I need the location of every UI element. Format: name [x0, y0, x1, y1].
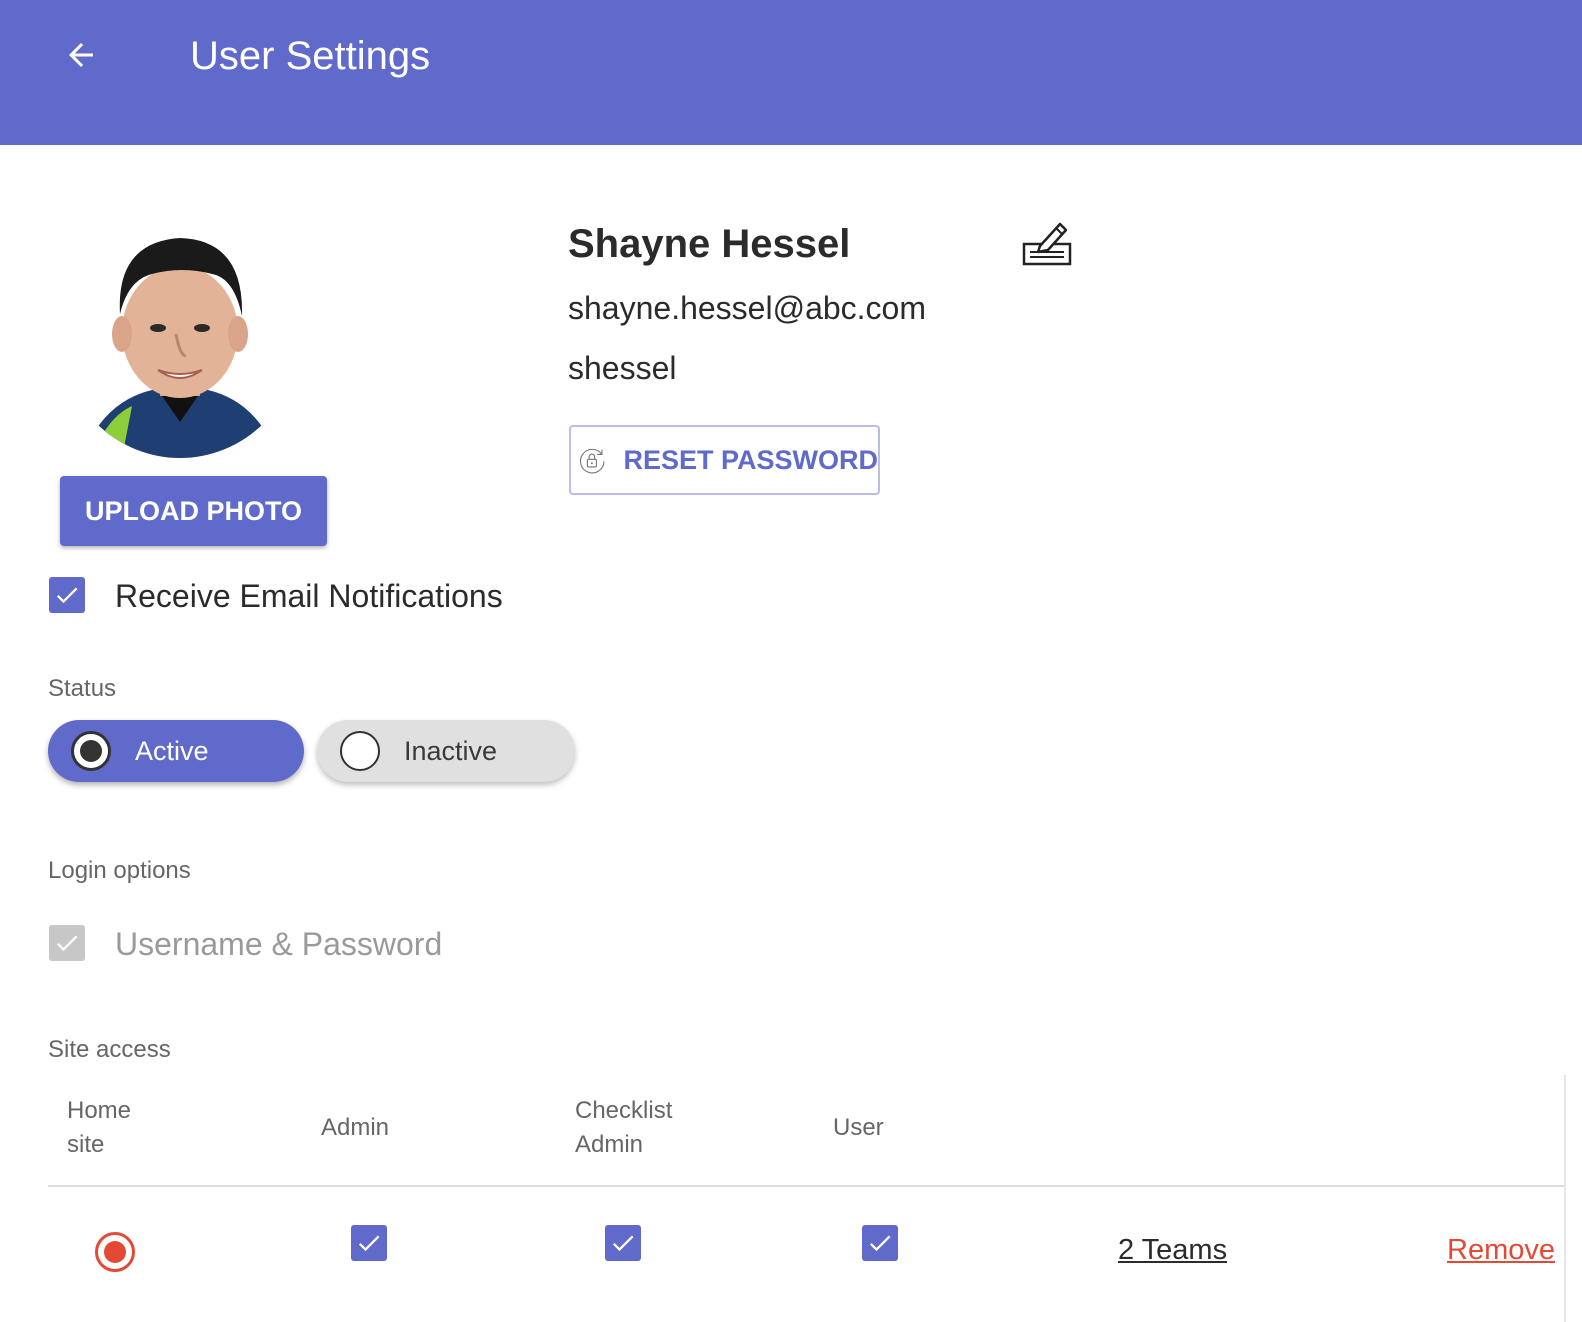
- user-name: Shayne Hessel: [568, 222, 851, 266]
- user-checkbox[interactable]: [862, 1225, 898, 1261]
- upload-photo-button[interactable]: UPLOAD PHOTO: [60, 476, 327, 546]
- checklist-admin-checkbox[interactable]: [605, 1225, 641, 1261]
- email-notifications-checkbox[interactable]: [49, 577, 85, 613]
- checkmark-icon: [56, 587, 78, 604]
- column-header-home-site: Home site: [67, 1097, 132, 1158]
- status-label: Status: [48, 675, 117, 702]
- checkmark-icon: [56, 935, 78, 952]
- table-divider: [48, 1185, 1566, 1187]
- user-email: shayne.hessel@abc.com: [568, 290, 926, 326]
- user-photo: [62, 222, 298, 458]
- status-option-inactive[interactable]: Inactive: [317, 720, 575, 782]
- radio-selected-icon: [71, 731, 111, 771]
- admin-checkbox[interactable]: [351, 1225, 387, 1261]
- page-title: User Settings: [190, 34, 431, 78]
- home-site-radio[interactable]: [95, 1232, 135, 1272]
- status-option-label: Active: [135, 735, 209, 766]
- edit-signature-icon[interactable]: [1020, 218, 1076, 270]
- radio-unselected-icon: [340, 731, 380, 771]
- checkmark-icon: [869, 1235, 891, 1252]
- teams-link[interactable]: 2 Teams: [1118, 1234, 1227, 1267]
- site-access-label: Site access: [48, 1036, 171, 1063]
- column-header-checklist-admin: Checklist Admin: [575, 1097, 673, 1158]
- column-header-admin: Admin: [321, 1114, 390, 1141]
- column-header-user: User: [833, 1114, 884, 1141]
- table-edge: [1564, 1075, 1566, 1322]
- reset-password-label: RESET PASSWORD: [623, 444, 878, 475]
- remove-link[interactable]: Remove: [1447, 1234, 1555, 1267]
- login-options-label: Login options: [48, 857, 191, 884]
- checkmark-icon: [612, 1235, 634, 1252]
- username-password-label: Username & Password: [115, 926, 443, 962]
- username-password-checkbox: [49, 925, 85, 961]
- avatar: [62, 222, 298, 458]
- app-bar: User Settings: [0, 0, 1582, 145]
- back-button[interactable]: [58, 32, 104, 78]
- status-option-label: Inactive: [404, 735, 498, 766]
- lock-refresh-icon: [579, 448, 605, 474]
- arrow-left-icon: [69, 43, 93, 67]
- checkmark-icon: [358, 1235, 380, 1252]
- reset-password-button[interactable]: RESET PASSWORD: [569, 425, 880, 495]
- email-notifications-label: Receive Email Notifications: [115, 578, 503, 614]
- user-username: shessel: [568, 350, 677, 386]
- status-option-active[interactable]: Active: [48, 720, 304, 782]
